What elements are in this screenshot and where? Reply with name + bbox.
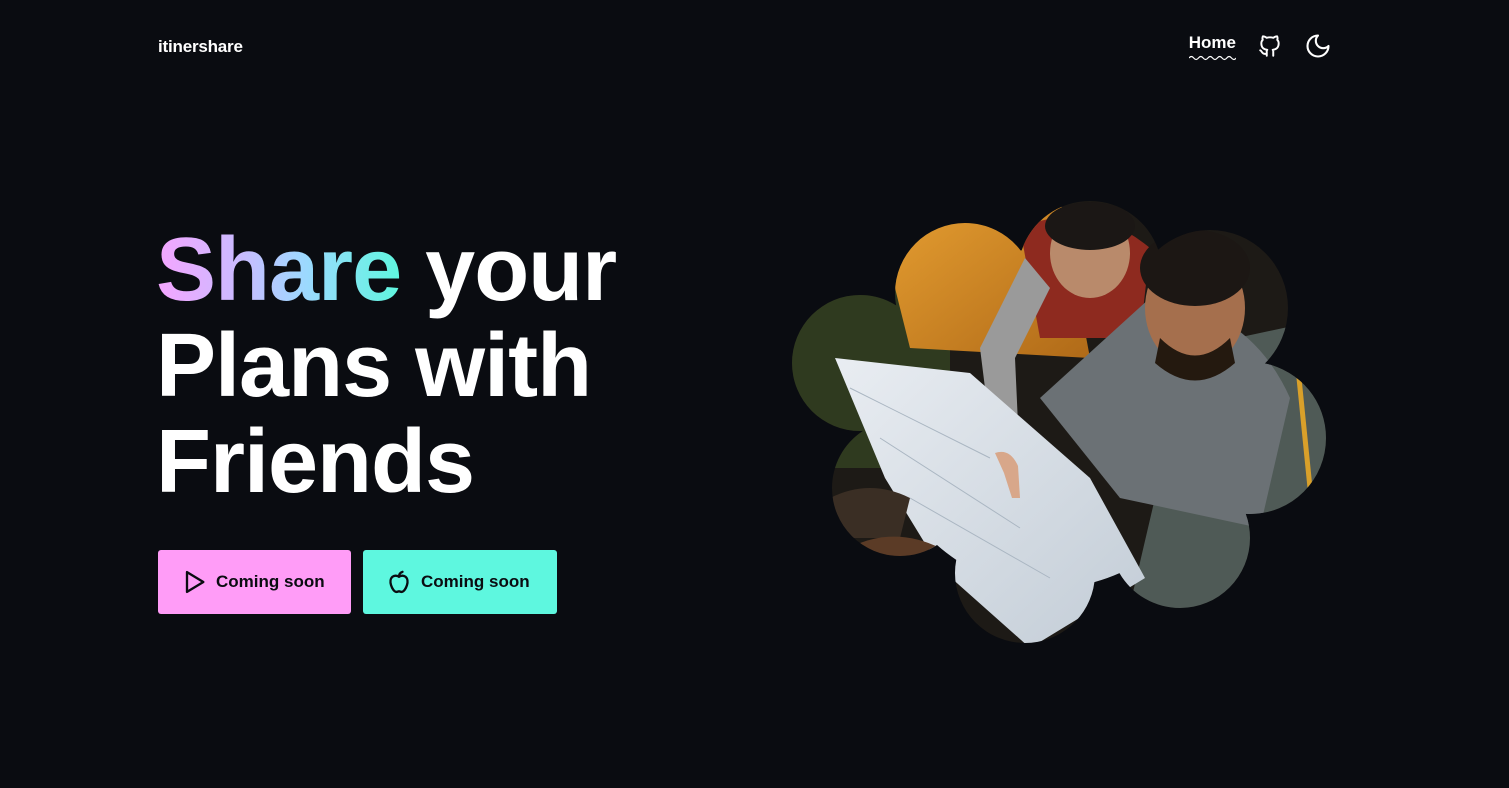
app-store-button[interactable]: Coming soon	[363, 550, 557, 614]
app-store-label: Coming soon	[421, 572, 530, 591]
hero-headline: Share your Plans with Friends	[156, 220, 617, 512]
github-icon[interactable]	[1256, 32, 1284, 60]
nav-home-label: Home	[1188, 33, 1236, 52]
wavy-underline	[1188, 55, 1236, 61]
nav-home-link[interactable]: Home	[1188, 33, 1236, 61]
play-store-label: Coming soon	[216, 572, 325, 591]
headline-line3: Friends	[156, 412, 475, 512]
play-store-button[interactable]: Coming soon	[158, 550, 351, 614]
apple-icon	[389, 570, 409, 594]
landing-page: itinershare Home Share your Plans with F…	[0, 0, 1509, 788]
headline-line2: Plans with	[156, 316, 592, 416]
moon-icon[interactable]	[1304, 32, 1332, 60]
headline-highlight: Share	[156, 220, 402, 320]
hero-photo	[792, 201, 1326, 643]
headline-line1-rest: your	[401, 220, 617, 320]
store-buttons: Coming soon Coming soon	[158, 550, 557, 614]
top-nav: Home	[1188, 32, 1332, 61]
brand-logo[interactable]: itinershare	[158, 37, 243, 57]
play-icon	[185, 570, 205, 594]
